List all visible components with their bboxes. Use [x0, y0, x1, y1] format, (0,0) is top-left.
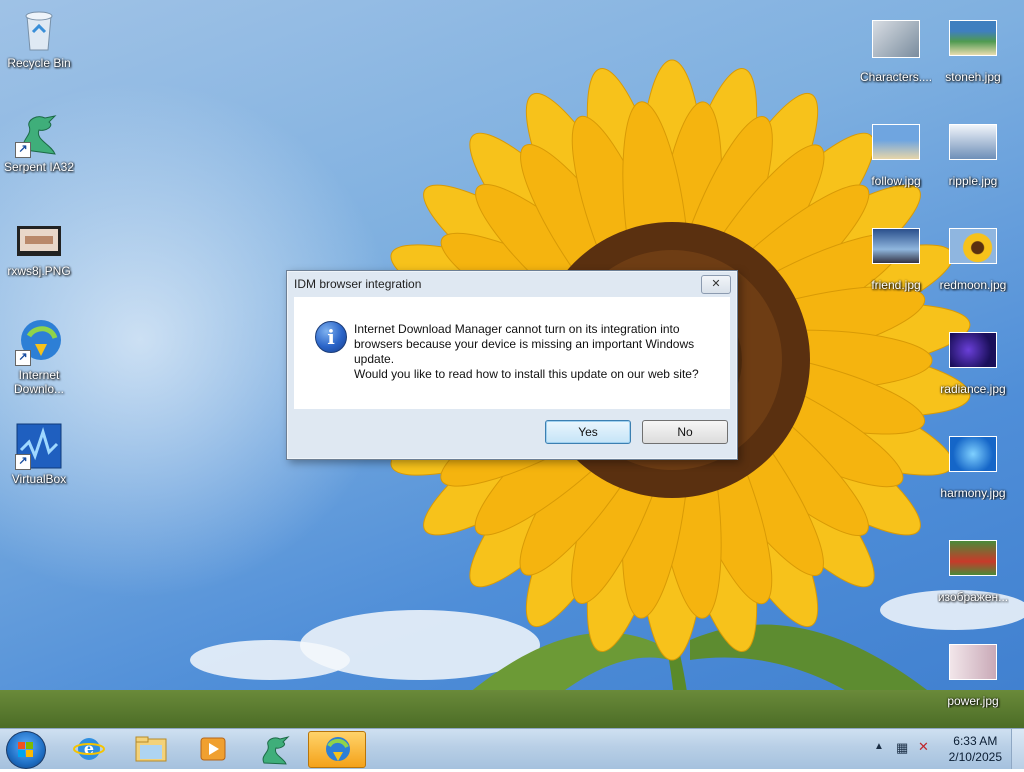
file-explorer-icon	[135, 736, 167, 762]
network-icon[interactable]: ▦	[896, 740, 908, 756]
taskbar-file-explorer[interactable]	[124, 731, 178, 766]
information-icon: i	[315, 321, 347, 353]
clock-time: 6:33 AM	[953, 734, 998, 748]
image-file-icon	[949, 644, 997, 692]
yes-button[interactable]: Yes	[545, 420, 631, 444]
image-file-icon	[872, 228, 920, 276]
image-file-icon	[15, 214, 63, 262]
svg-text:e: e	[84, 739, 94, 758]
image-file-icon	[949, 20, 997, 68]
system-tray: ▲ ▦ ✕ 6:33 AM 2/10/2025	[864, 729, 1024, 769]
image-file-icon	[872, 124, 920, 172]
desktop-icon-label: power.jpg	[947, 694, 999, 708]
desktop-icon-serpent[interactable]: ↗ Serpent IA32	[3, 110, 75, 174]
image-file-icon	[949, 124, 997, 172]
desktop-icon-label: Characters....	[860, 70, 932, 84]
desktop-icon-follow[interactable]: follow.jpg	[860, 118, 932, 188]
dialog-title: IDM browser integration	[294, 277, 422, 291]
desktop-icon-power[interactable]: power.jpg	[937, 638, 1009, 708]
message-line: update.	[354, 352, 395, 366]
show-hidden-icons-icon[interactable]: ▲	[874, 741, 884, 752]
desktop-icon-label: follow.jpg	[871, 174, 921, 188]
start-button[interactable]	[6, 731, 46, 769]
internet-explorer-icon: e	[73, 738, 105, 760]
close-icon: ✕	[711, 278, 721, 290]
desktop-icon-label: redmoon.jpg	[939, 278, 1007, 292]
desktop-icon-stoneh[interactable]: stoneh.jpg	[937, 14, 1009, 84]
windows-logo-icon	[18, 742, 34, 758]
taskbar-internet-explorer[interactable]: e	[62, 731, 116, 766]
desktop-icon-redmoon[interactable]: redmoon.jpg	[937, 222, 1009, 292]
desktop-icon-label: radiance.jpg	[940, 382, 1006, 396]
idm-icon	[326, 737, 350, 761]
no-button[interactable]: No	[642, 420, 728, 444]
desktop-icon-izobrazhen[interactable]: изображен...	[937, 534, 1009, 604]
desktop-icon-label: ripple.jpg	[948, 174, 998, 188]
message-line: browsers because your device is missing …	[354, 337, 695, 351]
serpent-icon	[262, 736, 290, 765]
message-line: Internet Download Manager cannot turn on…	[354, 322, 680, 336]
shortcut-arrow-icon: ↗	[15, 454, 31, 470]
desktop-icon-label: Recycle Bin	[7, 56, 71, 70]
field	[0, 690, 1024, 728]
image-file-icon	[949, 228, 997, 276]
desktop-icon-recycle-bin[interactable]: Recycle Bin	[3, 6, 75, 70]
desktop-icon-radiance[interactable]: radiance.jpg	[937, 326, 1009, 396]
media-player-icon	[200, 737, 226, 761]
taskbar-media-player[interactable]	[186, 731, 240, 766]
desktop-icon-label: rxws8j.PNG	[7, 264, 71, 278]
desktop-icon-rxws8j[interactable]: rxws8j.PNG	[3, 214, 75, 278]
desktop-icon-label: Serpent IA32	[3, 160, 75, 174]
dialog-body: i Internet Download Manager cannot turn …	[294, 297, 730, 409]
desktop-icon-label: Internet Downlo...	[3, 368, 75, 396]
taskbar-idm[interactable]	[308, 731, 366, 768]
message-line: Would you like to read how to install th…	[354, 367, 699, 381]
clock-date: 2/10/2025	[948, 750, 1002, 764]
desktop-icon-ripple[interactable]: ripple.jpg	[937, 118, 1009, 188]
idm-browser-integration-dialog: IDM browser integration ✕ i Internet Dow…	[286, 270, 738, 460]
image-file-icon	[949, 540, 997, 588]
image-file-icon	[949, 332, 997, 380]
serpent-icon: ↗	[15, 110, 63, 158]
close-button[interactable]: ✕	[701, 275, 731, 294]
recycle-bin-icon	[15, 6, 63, 54]
taskbar: e ▲ ▦ ✕ 6:33 AM 2/10/2025	[0, 728, 1024, 769]
image-file-icon	[949, 436, 997, 484]
desktop-icon-label: VirtualBox	[11, 472, 67, 486]
shortcut-arrow-icon: ↗	[15, 142, 31, 158]
desktop-icon-friend[interactable]: friend.jpg	[860, 222, 932, 292]
image-file-icon	[872, 20, 920, 68]
desktop-icon-harmony[interactable]: harmony.jpg	[937, 430, 1009, 500]
desktop-icon-idm[interactable]: ↗ Internet Downlo...	[3, 318, 75, 396]
desktop-icon-virtualbox[interactable]: ↗ VirtualBox	[3, 422, 75, 486]
idm-icon: ↗	[15, 318, 63, 366]
taskbar-serpent[interactable]	[248, 731, 302, 766]
desktop-icon-label: stoneh.jpg	[945, 70, 1001, 84]
shortcut-arrow-icon: ↗	[15, 350, 31, 366]
desktop-icon-label: harmony.jpg	[940, 486, 1006, 500]
dialog-message: Internet Download Manager cannot turn on…	[354, 322, 714, 382]
virtualbox-icon: ↗	[15, 422, 63, 470]
desktop-icon-label: изображен...	[937, 590, 1009, 604]
show-desktop-button[interactable]	[1011, 729, 1024, 769]
desktop-icon-characters[interactable]: Characters....	[860, 14, 932, 84]
desktop-icon-label-line: Internet Downlo...	[13, 368, 65, 396]
volume-muted-icon[interactable]: ✕	[918, 739, 929, 755]
desktop-icon-label: friend.jpg	[871, 278, 921, 292]
clock[interactable]: 6:33 AM 2/10/2025	[949, 733, 1002, 765]
